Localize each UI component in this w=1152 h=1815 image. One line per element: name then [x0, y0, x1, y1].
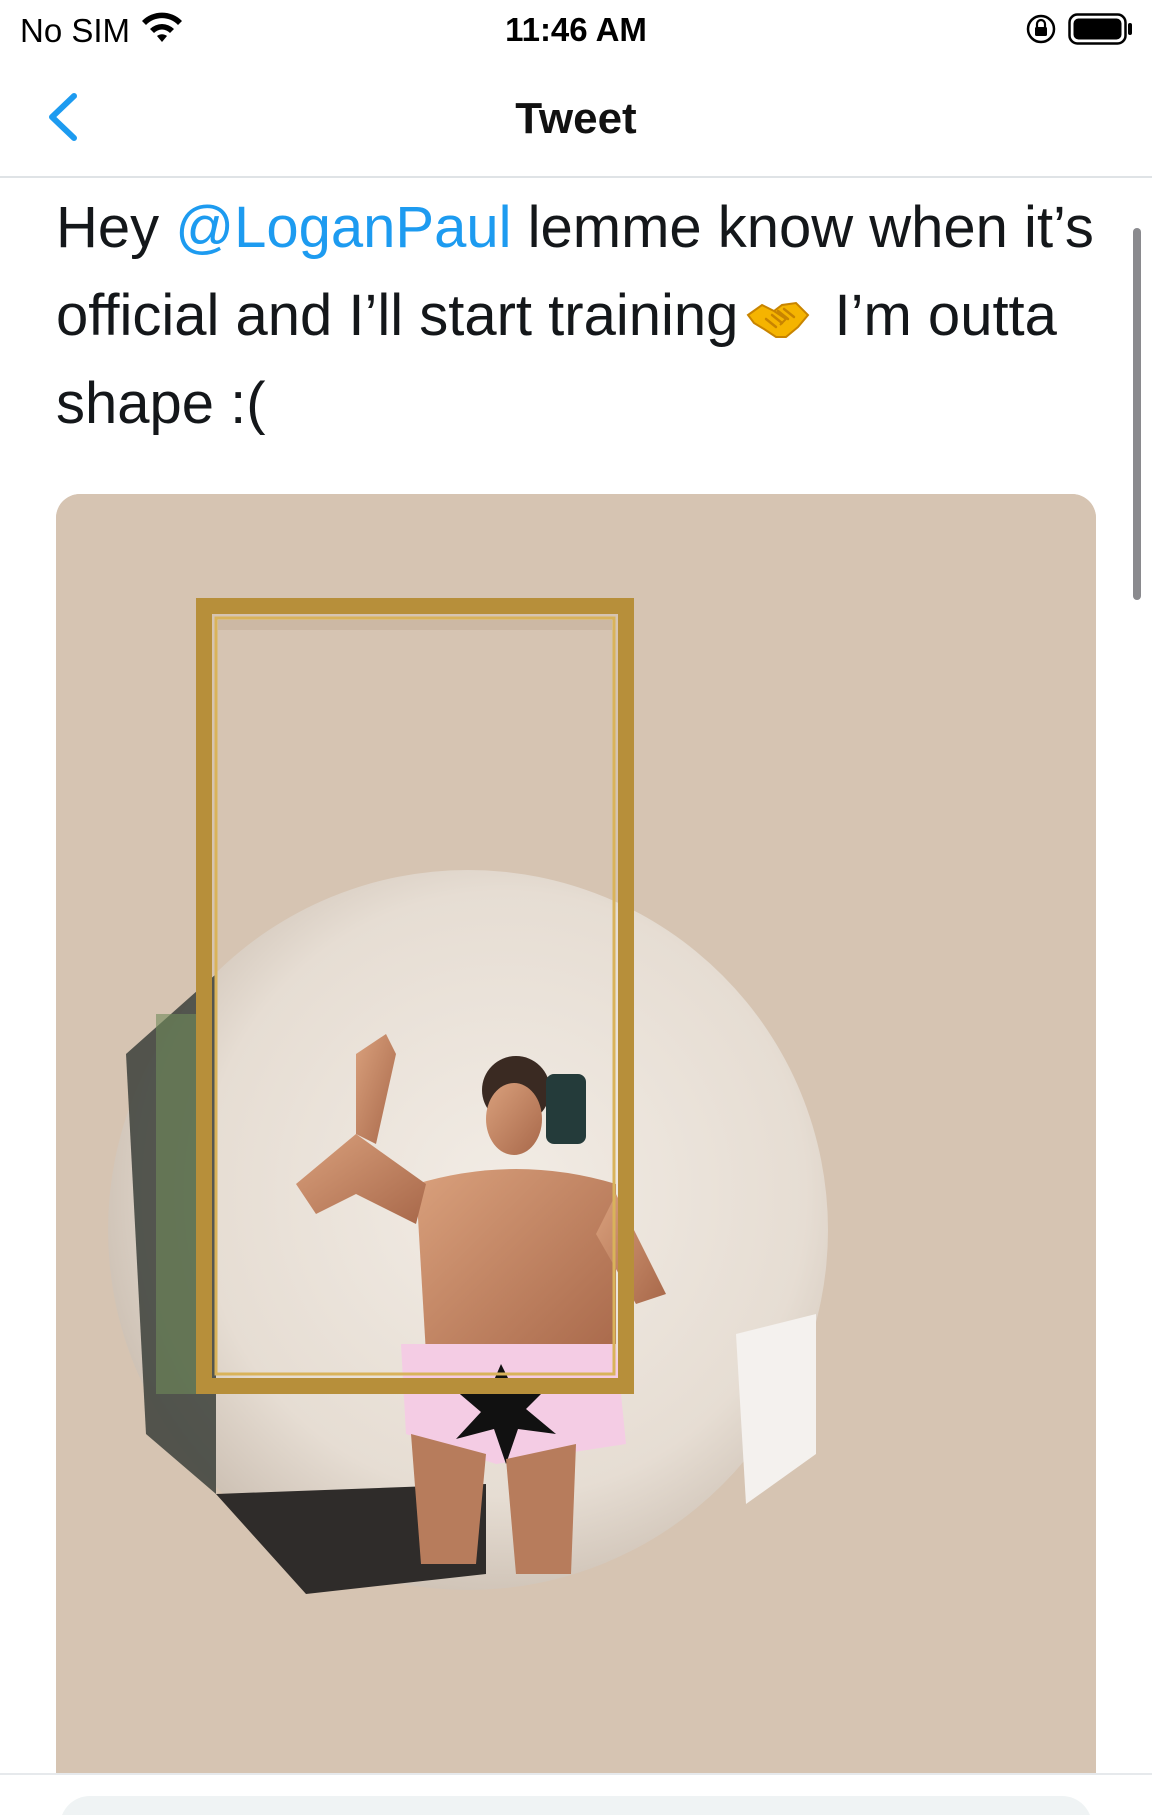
mention-link[interactable]: @LoganPaul — [175, 195, 511, 260]
mirror-photo-illustration — [56, 494, 1096, 1774]
scroll-indicator[interactable] — [1133, 228, 1141, 600]
status-bar: No SIM 11:46 AM — [0, 0, 1152, 58]
orientation-lock-icon — [1026, 14, 1056, 44]
page-title: Tweet — [515, 94, 637, 143]
battery-icon — [1068, 13, 1132, 45]
clock: 11:46 AM — [505, 11, 647, 48]
tweet-body: Hey @LoganPaul lemme know when it’s offi… — [56, 184, 1096, 448]
bottom-divider — [0, 1773, 1152, 1775]
tweet-photo[interactable] — [56, 494, 1096, 1774]
tweet-text-start: Hey — [56, 195, 176, 260]
navigation-bar: Tweet — [0, 58, 1152, 178]
reply-composer[interactable] — [60, 1796, 1092, 1815]
tweet-detail-screen: No SIM 11:46 AM Tweet Hey @LoganPaul lem… — [0, 0, 1152, 1815]
handshake-emoji-icon — [746, 301, 810, 338]
